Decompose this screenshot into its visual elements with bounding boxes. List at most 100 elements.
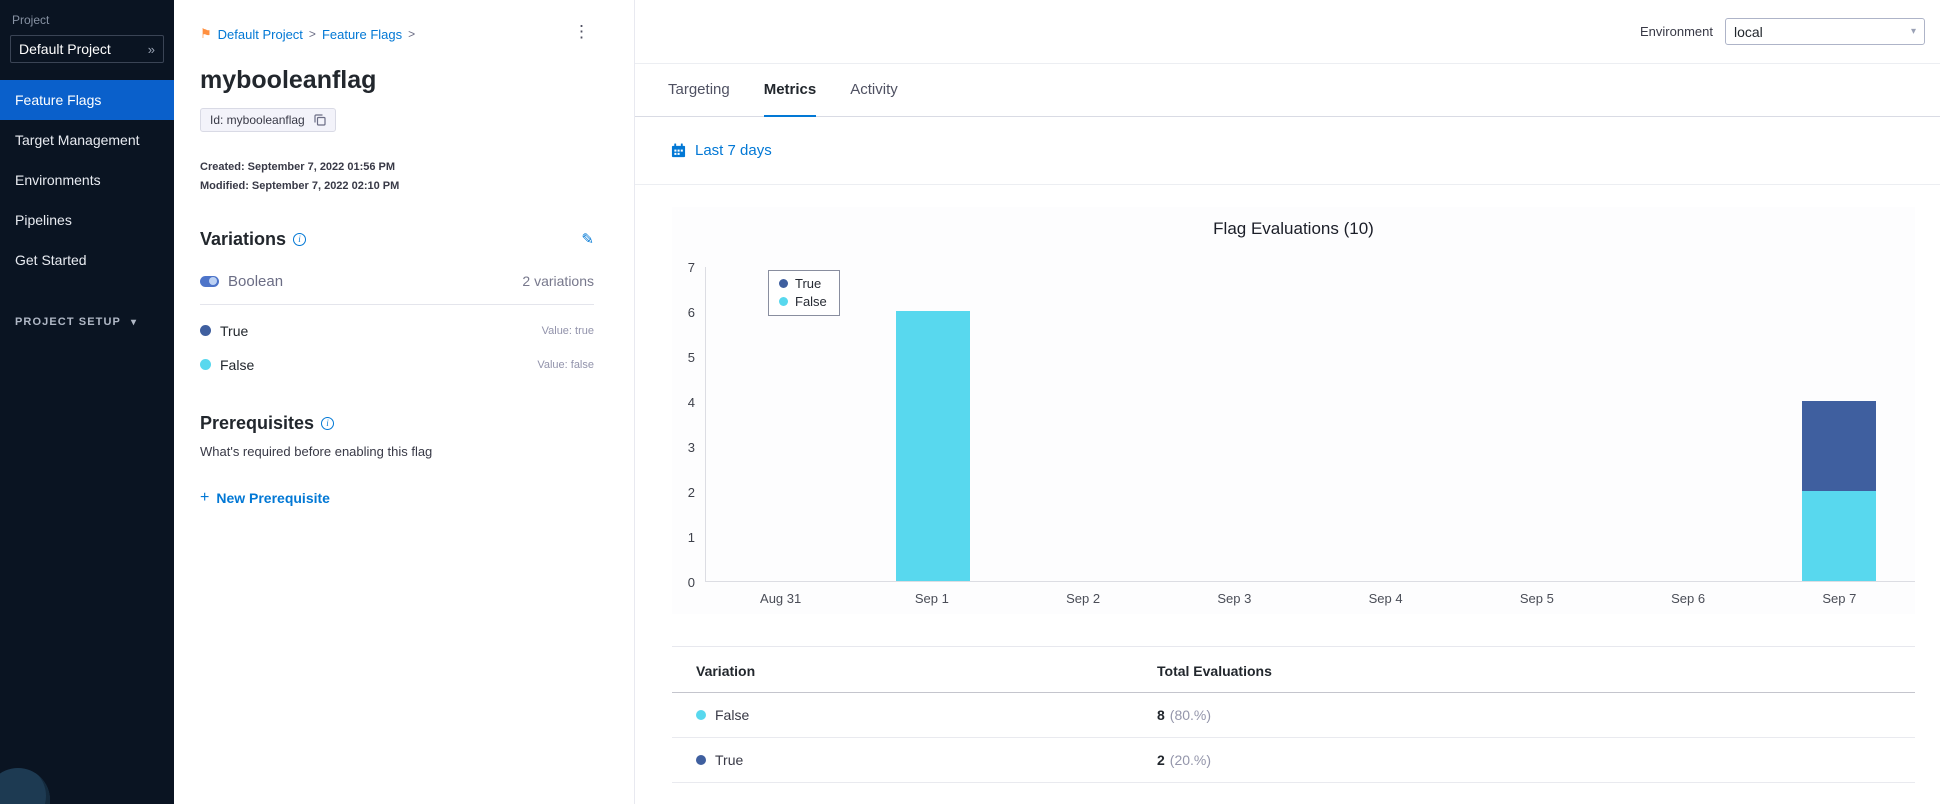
x-tick-label: Sep 4 — [1368, 591, 1403, 606]
variation-value: Value: true — [541, 324, 594, 337]
edit-variations-icon[interactable]: ✎ — [581, 230, 594, 248]
sidebar-item-environments[interactable]: Environments — [0, 160, 174, 200]
date-range-row: Last 7 days — [635, 117, 1940, 185]
chart-x-axis: Aug 31 Sep 1 Sep 2 Sep 3 Sep 4 Sep 5 Sep 6 Sep … — [705, 582, 1915, 614]
variation-color-dot — [696, 710, 706, 720]
x-tick-label: Sep 1 — [914, 591, 949, 606]
chart-y-axis: 0 1 2 3 4 5 6 7 — [672, 260, 705, 590]
y-tick-label: 0 — [687, 575, 695, 590]
y-tick-label: 4 — [687, 395, 695, 410]
legend-label: True — [795, 276, 822, 291]
new-prerequisite-label: New Prerequisite — [216, 489, 330, 506]
variation-color-dot — [200, 325, 211, 336]
legend-color-dot — [779, 279, 788, 288]
flag-menu-button[interactable]: ⋮ — [573, 23, 590, 40]
flag-name: mybooleanflag — [200, 66, 377, 94]
chart-title: Flag Evaluations (10) — [1213, 219, 1374, 238]
breadcrumb-project-link[interactable]: Default Project — [218, 27, 303, 42]
y-tick-label: 6 — [687, 305, 695, 320]
variation-count: 2 variations — [522, 273, 594, 289]
variation-type-row: Boolean 2 variations — [200, 273, 594, 305]
flag-evaluations-chart: Flag Evaluations (10) 0 1 2 3 4 5 6 7 True False… — [672, 207, 1915, 614]
copy-icon[interactable] — [314, 114, 326, 126]
variations-title: Variations — [200, 228, 287, 249]
legend-entry-false: False — [779, 294, 827, 309]
expand-project-icon: » — [147, 41, 155, 57]
flag-modified: Modified: September 7, 2022 02:10 PM — [200, 180, 400, 193]
info-icon[interactable]: i — [321, 416, 335, 430]
variations-section-head: Variations i ✎ — [200, 229, 594, 250]
new-prerequisite-button[interactable]: + New Prerequisite — [200, 489, 330, 507]
environment-select[interactable]: local ▾ — [1725, 18, 1925, 45]
breadcrumb-section-link[interactable]: Feature Flags — [322, 27, 402, 42]
total-evaluations-value: 2 — [1157, 752, 1165, 768]
variation-row-true: True Value: true — [200, 305, 594, 339]
col-variation: Variation — [696, 663, 756, 679]
info-icon[interactable]: i — [293, 232, 307, 246]
variation-type: Boolean — [228, 272, 284, 290]
tab-bar: Targeting Metrics Activity — [635, 64, 1940, 117]
bar-false-sep-7 — [1802, 491, 1877, 581]
prerequisites-description: What's required before enabling this fla… — [200, 443, 433, 459]
date-range-picker[interactable]: Last 7 days — [671, 142, 772, 159]
prerequisites-section-head: Prerequisites i — [200, 413, 594, 434]
bar-false-sep-1 — [895, 311, 970, 581]
sidebar-nav: Feature Flags Target Management Environmen… — [0, 80, 174, 280]
environment-bar: Environment local ▾ — [635, 0, 1940, 64]
y-tick-label: 7 — [687, 260, 695, 275]
sidebar-item-pipelines[interactable]: Pipelines — [0, 200, 174, 240]
sidebar-item-get-started[interactable]: Get Started — [0, 240, 174, 280]
x-tick-label: Sep 3 — [1217, 591, 1252, 606]
tab-activity[interactable]: Activity — [850, 64, 898, 117]
chart-legend: True False — [768, 270, 840, 316]
variation-list: True Value: true False Value: false — [174, 305, 634, 373]
prerequisites-title: Prerequisites — [200, 412, 315, 433]
tab-targeting[interactable]: Targeting — [668, 64, 730, 117]
variation-value: Value: false — [537, 358, 594, 371]
plus-icon: + — [200, 488, 210, 506]
metrics-table-body: False 8 (80.%) True 2 (20.%) — [672, 693, 1915, 783]
flag-meta: Created: September 7, 2022 01:56 PM Modi… — [200, 158, 634, 197]
table-header: Variation Total Evaluations — [672, 647, 1915, 693]
total-evaluations-value: 8 — [1157, 707, 1165, 723]
variation-color-dot — [200, 359, 211, 370]
calendar-icon — [671, 143, 686, 158]
flag-created: Created: September 7, 2022 01:56 PM — [200, 161, 396, 173]
chart-plot: True False — [705, 267, 1915, 582]
sidebar-item-feature-flags[interactable]: Feature Flags — [0, 80, 174, 120]
bar-true-sep-7 — [1802, 401, 1877, 491]
y-tick-label: 5 — [687, 350, 695, 365]
tab-metrics[interactable]: Metrics — [763, 64, 817, 117]
legend-label: False — [795, 294, 827, 309]
breadcrumb-separator: > — [408, 27, 416, 41]
project-selector[interactable]: Default Project » — [10, 35, 164, 63]
x-tick-label: Sep 2 — [1066, 591, 1101, 606]
project-selector-value: Default Project — [19, 41, 111, 57]
x-tick-label: Sep 6 — [1671, 591, 1706, 606]
total-evaluations-percent: (80.%) — [1169, 707, 1212, 723]
project-setup-label: PROJECT SETUP — [15, 316, 121, 328]
total-evaluations-percent: (20.%) — [1169, 752, 1212, 768]
variation-color-dot — [696, 755, 706, 765]
chevron-down-icon: ▾ — [131, 316, 138, 328]
project-setup-toggle[interactable]: PROJECT SETUP ▾ — [0, 304, 174, 340]
flag-id-text: Id: mybooleanflag — [210, 113, 305, 127]
legend-entry-true: True — [779, 276, 827, 291]
main-content: Environment local ▾ Targeting Metrics Acti… — [635, 0, 1940, 804]
variation-name: True — [220, 322, 249, 339]
environment-label: Environment — [1640, 24, 1713, 39]
flag-id-chip: Id: mybooleanflag — [200, 108, 336, 132]
feature-flags-module-icon: ⚑ — [200, 26, 212, 41]
sidebar: Project Default Project » Feature Flags T… — [0, 0, 174, 804]
x-tick-label: Sep 7 — [1822, 591, 1857, 606]
y-tick-label: 1 — [687, 530, 695, 545]
sidebar-item-target-management[interactable]: Target Management — [0, 120, 174, 160]
table-row-true: True 2 (20.%) — [672, 738, 1915, 783]
date-range-label: Last 7 days — [695, 142, 772, 159]
y-tick-label: 3 — [687, 440, 695, 455]
table-row-false: False 8 (80.%) — [672, 693, 1915, 738]
project-label: Project — [12, 13, 50, 27]
legend-color-dot — [779, 297, 788, 306]
boolean-type-icon — [200, 275, 219, 287]
breadcrumb-separator: > — [308, 27, 316, 41]
